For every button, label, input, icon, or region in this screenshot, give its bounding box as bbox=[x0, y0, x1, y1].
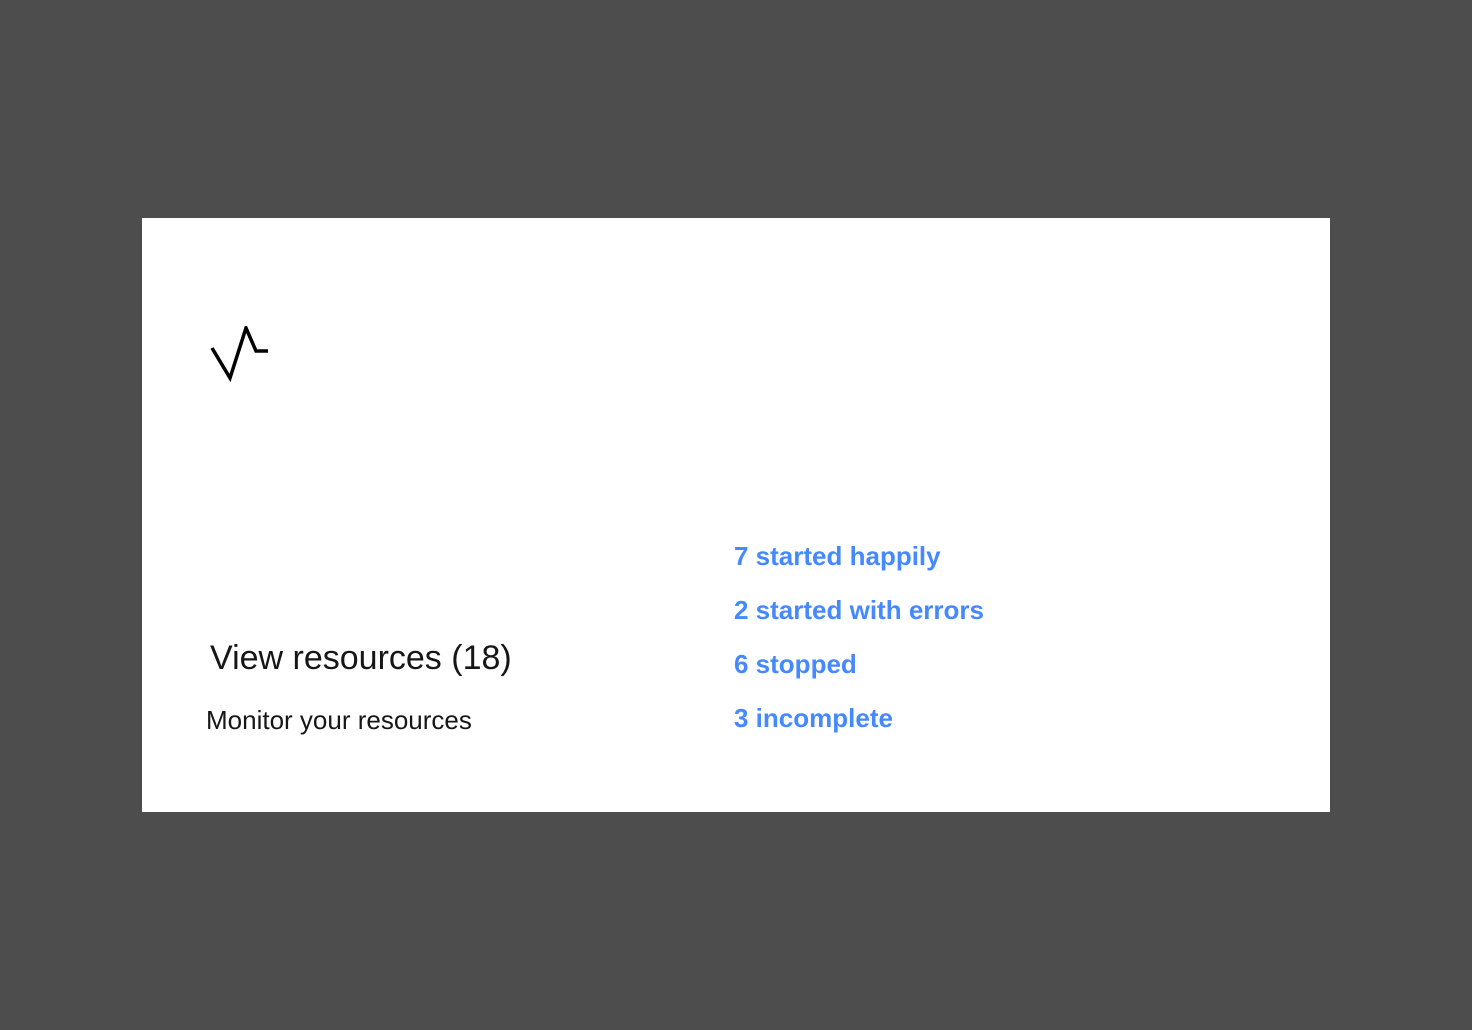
activity-icon bbox=[210, 326, 270, 382]
status-link-stopped[interactable]: 6 stopped bbox=[734, 646, 984, 700]
resource-card[interactable]: View resources (18) Monitor your resourc… bbox=[142, 218, 1330, 812]
status-link-started-happily[interactable]: 7 started happily bbox=[734, 538, 984, 592]
card-subtitle: Monitor your resources bbox=[206, 705, 472, 735]
status-link-list: 7 started happily 2 started with errors … bbox=[734, 538, 984, 754]
status-link-incomplete[interactable]: 3 incomplete bbox=[734, 700, 984, 754]
status-link-started-with-errors[interactable]: 2 started with errors bbox=[734, 592, 984, 646]
card-title: View resources (18) bbox=[210, 639, 512, 677]
